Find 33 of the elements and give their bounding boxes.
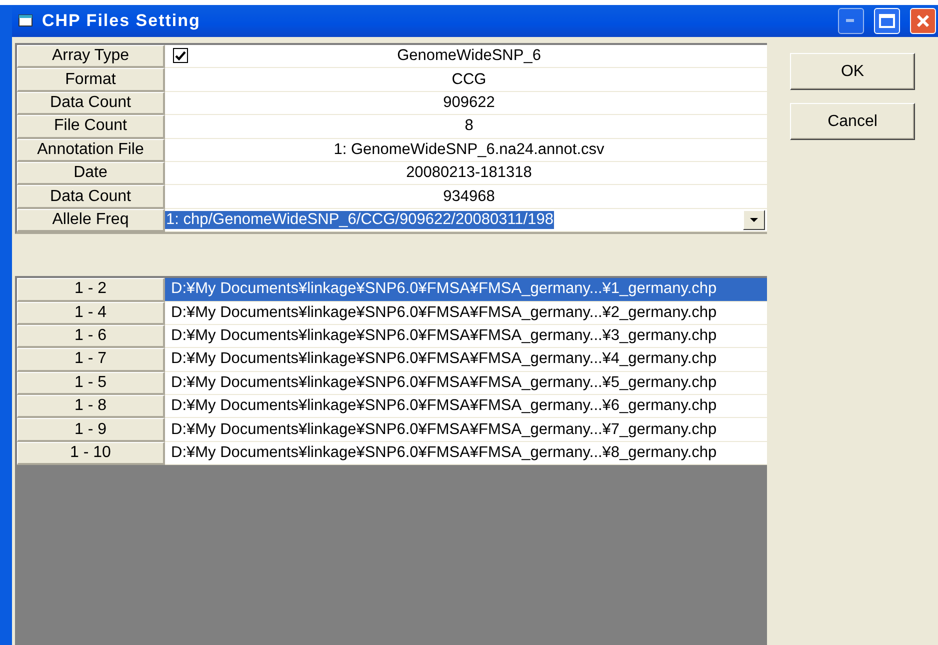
row-header: File Count	[17, 115, 165, 139]
table-cell: 1: GenomeWideSNP_6.na24.annot.csv	[165, 138, 767, 162]
file-path-cell[interactable]: D:¥My Documents¥linkage¥SNP6.0¥FMSA¥FMSA_germany...¥1_germany.chp	[165, 278, 767, 302]
window-title: CHP Files Setting	[42, 11, 202, 31]
cancel-button[interactable]: Cancel	[790, 103, 915, 140]
minimize-button[interactable]	[838, 8, 864, 34]
row-header: 1 - 4	[17, 302, 165, 325]
row-header: Annotation File	[17, 138, 165, 162]
close-button[interactable]	[910, 8, 936, 34]
row-header: 1 - 9	[17, 418, 165, 442]
dropdown-field[interactable]: 1: chp/GenomeWideSNP_6/CCG/909622/20080311/198	[165, 208, 767, 232]
file-path-cell[interactable]: D:¥My Documents¥linkage¥SNP6.0¥FMSA¥FMSA_germany...¥2_germany.chp	[165, 302, 767, 325]
row-header: 1 - 5	[17, 372, 165, 396]
row-header: Allele Freq	[17, 208, 165, 232]
row-header: Date	[17, 162, 165, 186]
row-header: 1 - 6	[17, 324, 165, 348]
close-icon	[916, 14, 930, 28]
checkbox[interactable]	[173, 48, 188, 63]
row-header: 1 - 7	[17, 348, 165, 372]
minimize-icon	[846, 19, 856, 23]
row-header: 1 - 10	[17, 442, 165, 466]
row-header: 1 - 2	[17, 278, 165, 302]
window-icon	[18, 14, 34, 28]
row-header: Data Count	[17, 92, 165, 116]
table-cell: GenomeWideSNP_6	[397, 47, 541, 66]
file-path-cell[interactable]: D:¥My Documents¥linkage¥SNP6.0¥FMSA¥FMSA_germany...¥5_germany.chp	[165, 372, 767, 396]
row-header: Array Type	[17, 45, 165, 68]
row-header: 1 - 8	[17, 395, 165, 418]
ok-button[interactable]: OK	[790, 53, 915, 90]
maximize-button[interactable]	[874, 8, 900, 34]
row-header: Data Count	[17, 185, 165, 209]
maximize-icon	[879, 14, 895, 28]
row-header: Format	[17, 68, 165, 92]
